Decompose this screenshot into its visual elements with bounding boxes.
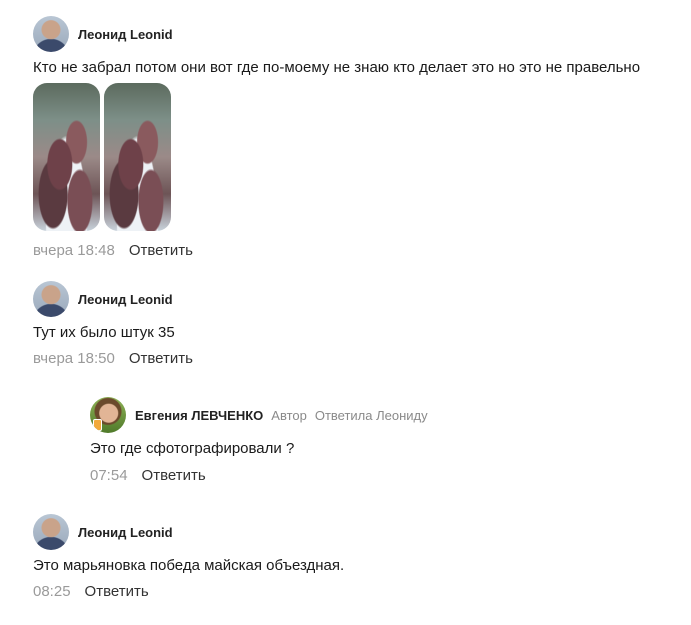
comment-text: Это где сфотографировали ? xyxy=(90,440,295,457)
reply-to-label[interactable]: Ответила Леониду xyxy=(315,408,428,423)
avatar[interactable] xyxy=(33,514,69,550)
comment-photo[interactable] xyxy=(104,83,171,231)
avatar[interactable] xyxy=(33,281,69,317)
author-name[interactable]: Леонид Leonid xyxy=(78,525,173,540)
timestamp: 08:25 xyxy=(33,583,71,600)
reply-button[interactable]: Ответить xyxy=(142,467,206,484)
reply-button[interactable]: Ответить xyxy=(129,350,193,367)
comment-meta: 07:54 Ответить xyxy=(90,467,206,484)
avatar[interactable] xyxy=(33,16,69,52)
author-tag: Автор xyxy=(271,407,307,423)
timestamp: вчера 18:50 xyxy=(33,350,115,367)
comment-text: Тут их было штук 35 xyxy=(33,324,175,341)
comment-meta: вчера 18:48 Ответить xyxy=(33,242,193,259)
author-name[interactable]: Леонид Leonid xyxy=(78,27,173,42)
author-name[interactable]: Евгения ЛЕВЧЕНКО xyxy=(135,408,263,423)
comment-photo[interactable] xyxy=(33,83,100,231)
timestamp: 07:54 xyxy=(90,467,128,484)
reply-button[interactable]: Ответить xyxy=(129,242,193,259)
author-badge-icon xyxy=(93,419,102,431)
comment-header: Леонид Leonid xyxy=(33,16,173,52)
comment-meta: 08:25 Ответить xyxy=(33,583,149,600)
comment-header: Леонид Leonid xyxy=(33,514,173,550)
comment-text: Кто не забрал потом они вот где по-моему… xyxy=(33,59,641,76)
timestamp: вчера 18:48 xyxy=(33,242,115,259)
comment-meta: вчера 18:50 Ответить xyxy=(33,350,193,367)
avatar[interactable] xyxy=(90,397,126,433)
comment-header: Евгения ЛЕВЧЕНКО Автор Ответила Леониду xyxy=(90,397,428,433)
reply-button[interactable]: Ответить xyxy=(85,583,149,600)
author-name[interactable]: Леонид Leonid xyxy=(78,292,173,307)
comment-header: Леонид Leonid xyxy=(33,281,173,317)
comment-text: Это марьяновка победа майская объездная. xyxy=(33,557,345,574)
